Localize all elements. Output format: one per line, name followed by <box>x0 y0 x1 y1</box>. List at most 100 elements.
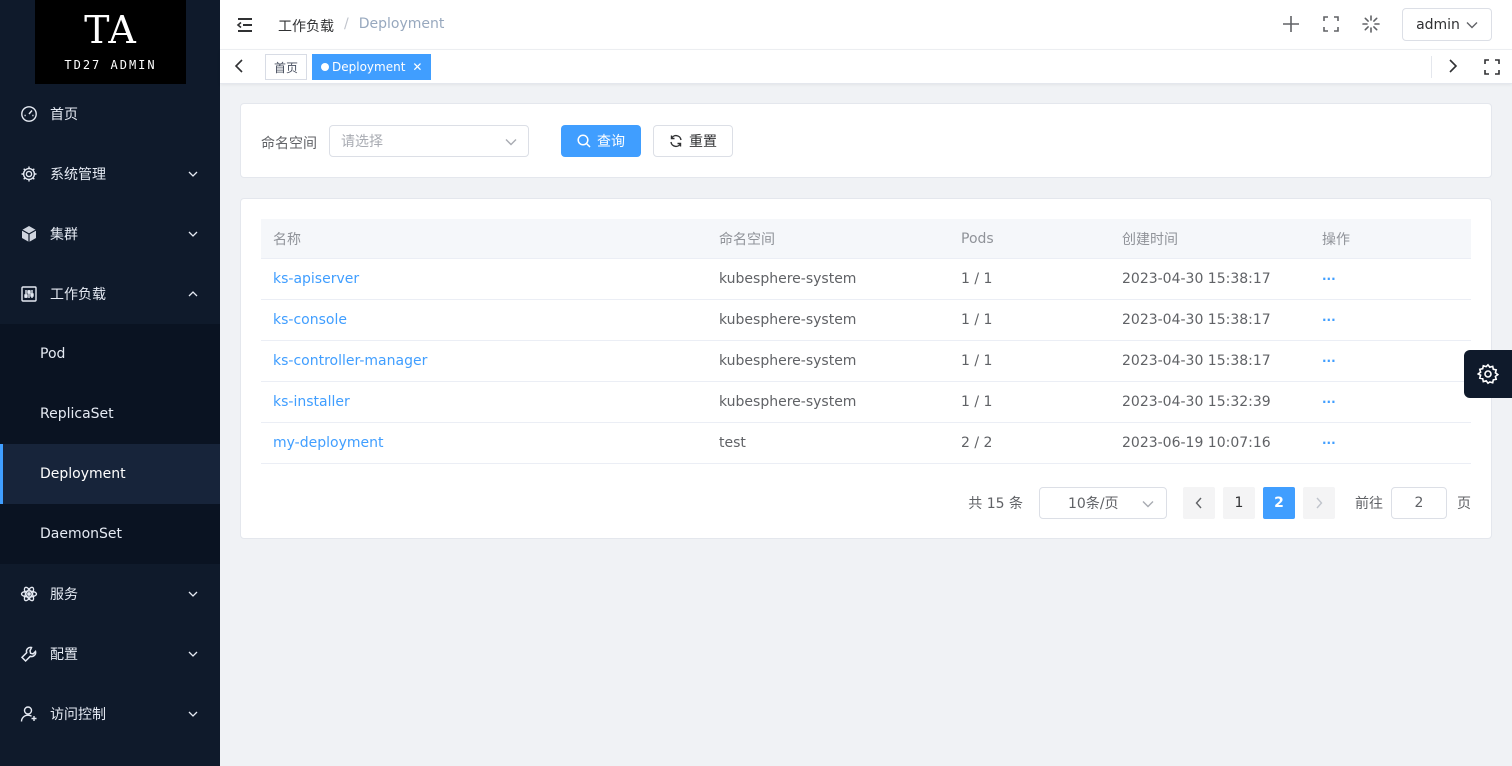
created-cell: 2023-04-30 15:38:17 <box>1122 353 1271 369</box>
pagination-total: 共 15 条 <box>968 496 1023 512</box>
logo-text: TD27 ADMIN <box>64 58 157 72</box>
reset-button[interactable]: 重置 <box>653 125 733 157</box>
namespace-cell: kubesphere-system <box>719 271 857 287</box>
plus-icon[interactable] <box>1281 14 1301 34</box>
deployment-name-link[interactable]: ks-console <box>273 300 347 340</box>
sidebar-item-cluster[interactable]: 集群 <box>0 204 220 264</box>
reset-label: 重置 <box>689 134 717 150</box>
chevron-up-icon <box>188 291 198 297</box>
pagination: 共 15 条 10条/页 1 2 前往 2 页 <box>968 487 1471 519</box>
namespace-cell: kubesphere-system <box>719 394 857 410</box>
chevron-down-icon <box>188 171 198 177</box>
user-name: admin <box>1416 16 1460 33</box>
namespace-cell: kubesphere-system <box>719 353 857 369</box>
close-icon[interactable]: ✕ <box>412 60 422 74</box>
table-row: ks-apiserver kubesphere-system 1 / 1 202… <box>261 259 1471 300</box>
namespace-select[interactable]: 请选择 <box>329 125 529 157</box>
sliders-icon <box>21 286 37 302</box>
table-row: my-deployment test 2 / 2 2023-06-19 10:0… <box>261 423 1471 464</box>
chevron-left-icon <box>1195 497 1202 509</box>
prev-page-button[interactable] <box>1183 487 1215 519</box>
tags-view: 首页 Deployment ✕ <box>220 50 1512 84</box>
cube-icon <box>21 226 37 242</box>
user-icon <box>20 706 37 722</box>
menu-fold-icon[interactable] <box>236 16 254 34</box>
query-label: 查询 <box>597 134 625 150</box>
sidebar-item-workload[interactable]: 工作负载 <box>0 264 220 324</box>
deployment-table: 名称 命名空间 Pods 创建时间 操作 ks-apiserver kubesp… <box>261 219 1471 464</box>
sidebar-item-service[interactable]: 服务 <box>0 564 220 624</box>
more-actions-icon[interactable]: ··· <box>1322 382 1336 422</box>
sidebar-item-config[interactable]: 配置 <box>0 624 220 684</box>
fullscreen-icon[interactable] <box>1321 14 1341 34</box>
goto-page-input[interactable]: 2 <box>1391 487 1447 519</box>
more-actions-icon[interactable]: ··· <box>1322 341 1336 381</box>
tag-home[interactable]: 首页 <box>265 54 308 80</box>
page-button-current[interactable]: 2 <box>1263 487 1295 519</box>
chevron-right-icon <box>1316 497 1323 509</box>
sidebar-item-daemonset[interactable]: DaemonSet <box>0 504 220 564</box>
more-actions-icon[interactable]: ··· <box>1322 300 1336 340</box>
deployment-name-link[interactable]: my-deployment <box>273 423 383 463</box>
top-header: 工作负载 / Deployment admin <box>220 0 1512 50</box>
sidebar-item-pod[interactable]: Pod <box>0 324 220 384</box>
atom-icon <box>20 586 38 602</box>
next-page-button[interactable] <box>1303 487 1335 519</box>
deployment-name-link[interactable]: ks-installer <box>273 382 350 422</box>
sidebar-item-label: 工作负载 <box>50 287 106 303</box>
dashboard-icon <box>21 106 37 122</box>
chevron-down-icon <box>188 651 198 657</box>
tag-label: 首页 <box>274 60 299 75</box>
chevron-down-icon <box>188 591 198 597</box>
logo[interactable]: TA TD27 ADMIN <box>35 0 186 84</box>
sidebar-item-deployment[interactable]: Deployment <box>0 444 220 504</box>
column-header: 创建时间 <box>1122 231 1178 248</box>
tag-deployment[interactable]: Deployment ✕ <box>312 54 432 80</box>
chevron-right-icon[interactable] <box>1444 58 1460 74</box>
more-actions-icon[interactable]: ··· <box>1322 423 1336 463</box>
sidebar-item-home[interactable]: 首页 <box>0 84 220 144</box>
breadcrumb-item[interactable]: 工作负载 <box>278 16 334 36</box>
table-row: ks-controller-manager kubesphere-system … <box>261 341 1471 382</box>
page-size-value: 10条/页 <box>1068 496 1119 512</box>
page-button[interactable]: 1 <box>1223 487 1255 519</box>
table-header: 名称 命名空间 Pods 创建时间 操作 <box>261 219 1471 259</box>
sidebar-item-label: 系统管理 <box>50 167 106 183</box>
table-row: ks-console kubesphere-system 1 / 1 2023-… <box>261 300 1471 341</box>
query-button[interactable]: 查询 <box>561 125 641 157</box>
sidebar: TA TD27 ADMIN 首页 系统管理 集群 工作负载 Pod Replic… <box>0 0 220 766</box>
more-actions-icon[interactable]: ··· <box>1322 259 1336 299</box>
deployment-name-link[interactable]: ks-apiserver <box>273 259 359 299</box>
sidebar-item-label: 服务 <box>50 587 78 603</box>
divider <box>1431 56 1432 78</box>
tag-label: Deployment <box>332 60 406 74</box>
breadcrumb: 工作负载 / Deployment <box>278 16 444 36</box>
column-header: 名称 <box>273 231 301 248</box>
settings-button[interactable] <box>1464 350 1512 398</box>
chevron-left-icon[interactable] <box>232 58 248 74</box>
table-row: ks-installer kubesphere-system 1 / 1 202… <box>261 382 1471 423</box>
sidebar-item-access[interactable]: 访问控制 <box>0 684 220 744</box>
column-header: 命名空间 <box>719 231 775 248</box>
user-dropdown[interactable]: admin <box>1402 8 1492 41</box>
refresh-icon <box>670 134 682 148</box>
goto-suffix: 页 <box>1457 496 1471 512</box>
search-panel: 命名空间 请选择 查询 重置 <box>240 103 1492 178</box>
pods-cell: 2 / 2 <box>961 435 993 451</box>
chevron-down-icon <box>505 139 517 146</box>
pods-cell: 1 / 1 <box>961 312 993 328</box>
pods-cell: 1 / 1 <box>961 271 993 287</box>
fullscreen-icon[interactable] <box>1483 58 1501 76</box>
sidebar-item-system[interactable]: 系统管理 <box>0 144 220 204</box>
tag-dot <box>321 63 329 71</box>
gear-icon <box>21 166 37 182</box>
search-icon <box>577 134 591 148</box>
loading-icon[interactable] <box>1361 14 1381 34</box>
sidebar-item-replicaset[interactable]: ReplicaSet <box>0 384 220 444</box>
logo-mark: TA <box>84 8 137 52</box>
deployment-name-link[interactable]: ks-controller-manager <box>273 341 427 381</box>
page-size-select[interactable]: 10条/页 <box>1039 487 1167 519</box>
created-cell: 2023-04-30 15:32:39 <box>1122 394 1271 410</box>
pods-cell: 1 / 1 <box>961 394 993 410</box>
chevron-down-icon <box>1142 501 1154 508</box>
